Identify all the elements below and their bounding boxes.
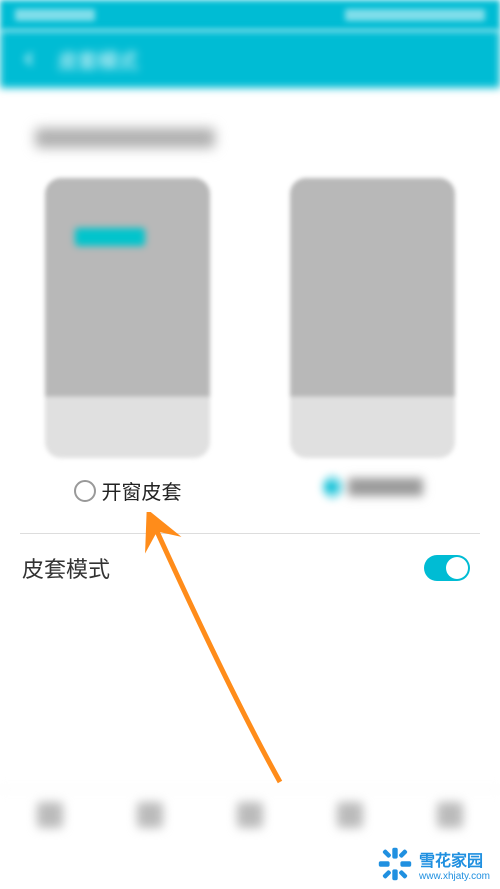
nav-icon-4[interactable] xyxy=(337,802,363,828)
nav-bar xyxy=(0,789,500,839)
app-bar: 皮套模式 xyxy=(0,30,500,88)
status-left xyxy=(15,9,95,21)
watermark-title: 雪花家园 xyxy=(419,847,490,871)
radio-selected-icon[interactable] xyxy=(323,476,342,498)
option-label-right[interactable] xyxy=(323,476,423,498)
watermark-logo-icon xyxy=(377,846,413,882)
option-text-right xyxy=(348,478,423,496)
option-right[interactable] xyxy=(265,178,480,505)
radio-unselected-icon[interactable] xyxy=(74,480,96,502)
toggle-switch[interactable] xyxy=(424,555,470,581)
phone-options-row: 开窗皮套 xyxy=(0,158,500,515)
watermark-text: 雪花家园 www.xhjaty.com xyxy=(419,847,490,882)
phone-preview-right xyxy=(290,178,455,458)
nav-icon-3[interactable] xyxy=(237,802,263,828)
back-icon[interactable] xyxy=(15,45,43,73)
phone-preview-left xyxy=(45,178,210,458)
nav-icon-5[interactable] xyxy=(437,802,463,828)
option-label-left[interactable]: 开窗皮套 xyxy=(74,476,182,505)
watermark-url: www.xhjaty.com xyxy=(419,871,490,882)
watermark: 雪花家园 www.xhjaty.com xyxy=(367,839,500,889)
option-text-left: 开窗皮套 xyxy=(102,476,182,505)
nav-icon-1[interactable] xyxy=(37,802,63,828)
option-window-cover[interactable]: 开窗皮套 xyxy=(20,178,235,505)
nav-icon-2[interactable] xyxy=(137,802,163,828)
cover-mode-toggle-row[interactable]: 皮套模式 xyxy=(0,534,500,602)
content-area: 开窗皮套 皮套模式 xyxy=(0,88,500,602)
status-bar xyxy=(0,0,500,30)
toggle-label: 皮套模式 xyxy=(22,552,110,584)
page-title: 皮套模式 xyxy=(58,45,138,74)
subtitle xyxy=(35,128,215,148)
status-right xyxy=(345,9,485,21)
